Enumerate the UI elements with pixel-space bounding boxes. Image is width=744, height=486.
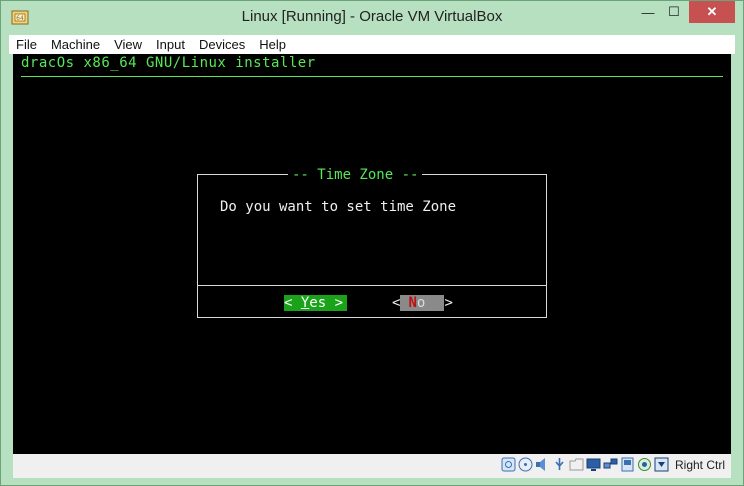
no-rest: o: [416, 295, 426, 311]
status-bar: Right Ctrl: [13, 454, 731, 478]
menu-machine[interactable]: Machine: [44, 35, 107, 54]
close-icon: ✕: [706, 4, 718, 19]
maximize-icon: ☐: [668, 4, 680, 19]
window-title: Linux [Running] - Oracle VM VirtualBox: [241, 8, 503, 25]
recording-icon[interactable]: [637, 457, 652, 472]
dialog-message: Do you want to set time Zone: [220, 199, 457, 215]
title-divider: [21, 76, 723, 77]
close-button[interactable]: ✕: [689, 1, 735, 23]
dialog-divider: [198, 285, 546, 286]
host-key-label: Right Ctrl: [674, 457, 725, 472]
virtualbox-window: 64 Linux [Running] - Oracle VM VirtualBo…: [0, 0, 744, 486]
minimize-button[interactable]: —: [635, 1, 661, 23]
time-zone-dialog: -- Time Zone -- Do you want to set time …: [197, 167, 547, 318]
yes-left-bracket: <: [284, 295, 301, 311]
display-icon[interactable]: [586, 457, 601, 472]
cpu-icon[interactable]: [654, 457, 669, 472]
title-bar[interactable]: 64 Linux [Running] - Oracle VM VirtualBo…: [1, 1, 743, 35]
optical-drive-icon[interactable]: [518, 457, 533, 472]
no-hotkey: N: [408, 295, 417, 311]
menu-view[interactable]: View: [107, 35, 149, 54]
no-button[interactable]: < No >: [392, 295, 453, 311]
yes-button[interactable]: < Yes >: [284, 295, 347, 311]
network-icon[interactable]: [603, 457, 618, 472]
video-capture-icon[interactable]: [620, 457, 635, 472]
usb-icon[interactable]: [552, 457, 567, 472]
menu-devices[interactable]: Devices: [192, 35, 252, 54]
installer-title: dracOs x86_64 GNU/Linux installer: [21, 55, 316, 71]
menu-file[interactable]: File: [9, 35, 44, 54]
menu-input[interactable]: Input: [149, 35, 192, 54]
no-left-bracket: <: [392, 295, 401, 311]
menu-help[interactable]: Help: [252, 35, 293, 54]
yes-rest: es >: [309, 295, 344, 311]
audio-icon[interactable]: [535, 457, 550, 472]
no-label: No: [400, 295, 445, 311]
minimize-icon: —: [641, 4, 655, 20]
dialog-title: -- Time Zone --: [288, 167, 423, 183]
menu-bar: File Machine View Input Devices Help: [9, 35, 735, 54]
hard-disk-icon[interactable]: [501, 457, 516, 472]
maximize-button[interactable]: ☐: [661, 1, 687, 23]
status-icons: Right Ctrl: [501, 457, 725, 472]
no-right-bracket: >: [444, 295, 453, 311]
shared-folder-icon[interactable]: [569, 457, 584, 472]
vm-display[interactable]: dracOs x86_64 GNU/Linux installer -- Tim…: [13, 54, 731, 454]
